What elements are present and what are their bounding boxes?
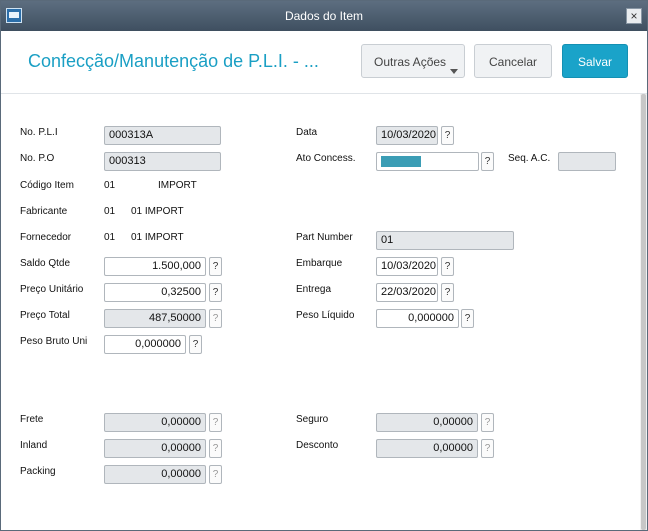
peso-liquido-label: Peso Líquido xyxy=(296,310,355,321)
seq-ac-label: Seq. A.C. xyxy=(508,153,551,164)
data-field[interactable]: 10/03/2020 xyxy=(376,126,438,145)
peso-bruto-uni-label: Peso Bruto Uni xyxy=(20,336,88,347)
seguro-help-button[interactable]: ? xyxy=(481,413,494,432)
data-help-button[interactable]: ? xyxy=(441,126,454,145)
desconto-label: Desconto xyxy=(296,440,339,451)
entrega-field[interactable]: 22/03/2020 xyxy=(376,283,438,302)
fabricante-desc: 01 IMPORT xyxy=(131,206,184,217)
cancel-button[interactable]: Cancelar xyxy=(474,44,552,78)
entrega-label: Entrega xyxy=(296,284,332,295)
embarque-field[interactable]: 10/03/2020 xyxy=(376,257,438,276)
embarque-help-button[interactable]: ? xyxy=(441,257,454,276)
part-number-label: Part Number xyxy=(296,232,353,243)
scrollbar-thumb[interactable] xyxy=(641,94,646,530)
preco-total-help-button[interactable]: ? xyxy=(209,309,222,328)
codigo-item-desc: IMPORT xyxy=(158,180,197,191)
frete-label: Frete xyxy=(20,414,44,425)
fornecedor-desc: 01 IMPORT xyxy=(131,232,184,243)
fornecedor-code: 01 xyxy=(104,232,116,243)
save-button[interactable]: Salvar xyxy=(562,44,628,78)
preco-total-field[interactable]: 487,50000 xyxy=(104,309,206,328)
desconto-field[interactable]: 0,00000 xyxy=(376,439,478,458)
part-number-field[interactable]: 01 xyxy=(376,231,514,250)
window-title: Dados do Item xyxy=(284,9,364,23)
peso-liquido-field[interactable]: 0,000000 xyxy=(376,309,459,328)
data-label: Data xyxy=(296,127,318,138)
embarque-label: Embarque xyxy=(296,258,343,269)
codigo-item-code: 01 xyxy=(104,180,116,191)
page-title: Confecção/Manutenção de P.L.I. - ... xyxy=(28,51,319,71)
seguro-label: Seguro xyxy=(296,414,329,425)
seguro-field[interactable]: 0,00000 xyxy=(376,413,478,432)
ato-concess-field[interactable] xyxy=(376,152,479,171)
saldo-qtde-help-button[interactable]: ? xyxy=(209,257,222,276)
packing-field[interactable]: 0,00000 xyxy=(104,465,206,484)
fabricante-code: 01 xyxy=(104,206,116,217)
chevron-down-icon xyxy=(450,69,458,74)
fornecedor-label: Fornecedor xyxy=(20,232,72,243)
saldo-qtde-label: Saldo Qtde xyxy=(20,258,71,269)
inland-label: Inland xyxy=(20,440,48,451)
preco-unitario-help-button[interactable]: ? xyxy=(209,283,222,302)
inland-help-button[interactable]: ? xyxy=(209,439,222,458)
fabricante-label: Fabricante xyxy=(20,206,68,217)
no-po-field[interactable]: 000313 xyxy=(104,152,221,171)
peso-liquido-help-button[interactable]: ? xyxy=(461,309,474,328)
page-header: Confecção/Manutenção de P.L.I. - ... Out… xyxy=(1,31,647,94)
dialog-window: Dados do Item × Confecção/Manutenção de … xyxy=(0,0,648,531)
close-button[interactable]: × xyxy=(626,8,642,24)
desconto-help-button[interactable]: ? xyxy=(481,439,494,458)
title-bar: Dados do Item × xyxy=(1,1,647,31)
packing-help-button[interactable]: ? xyxy=(209,465,222,484)
saldo-qtde-field[interactable]: 1.500,000 xyxy=(104,257,206,276)
vertical-scrollbar[interactable] xyxy=(640,94,647,530)
ato-concess-help-button[interactable]: ? xyxy=(481,152,494,171)
no-pli-label: No. P.L.I xyxy=(20,127,58,138)
entrega-help-button[interactable]: ? xyxy=(441,283,454,302)
packing-label: Packing xyxy=(20,466,56,477)
frete-help-button[interactable]: ? xyxy=(209,413,222,432)
preco-unitario-label: Preço Unitário xyxy=(20,284,84,295)
more-actions-label: Outras Ações xyxy=(374,55,447,69)
peso-bruto-uni-help-button[interactable]: ? xyxy=(189,335,202,354)
preco-unitario-field[interactable]: 0,32500 xyxy=(104,283,206,302)
ato-concess-label: Ato Concess. xyxy=(296,153,356,164)
no-pli-field[interactable]: 000313A xyxy=(104,126,221,145)
peso-bruto-uni-field[interactable]: 0,000000 xyxy=(104,335,186,354)
preco-total-label: Preço Total xyxy=(20,310,70,321)
frete-field[interactable]: 0,00000 xyxy=(104,413,206,432)
ato-concess-fill xyxy=(381,156,421,167)
no-po-label: No. P.O xyxy=(20,153,55,164)
seq-ac-field[interactable] xyxy=(558,152,616,171)
codigo-item-label: Código Item xyxy=(20,180,74,191)
more-actions-button[interactable]: Outras Ações xyxy=(361,44,465,78)
inland-field[interactable]: 0,00000 xyxy=(104,439,206,458)
